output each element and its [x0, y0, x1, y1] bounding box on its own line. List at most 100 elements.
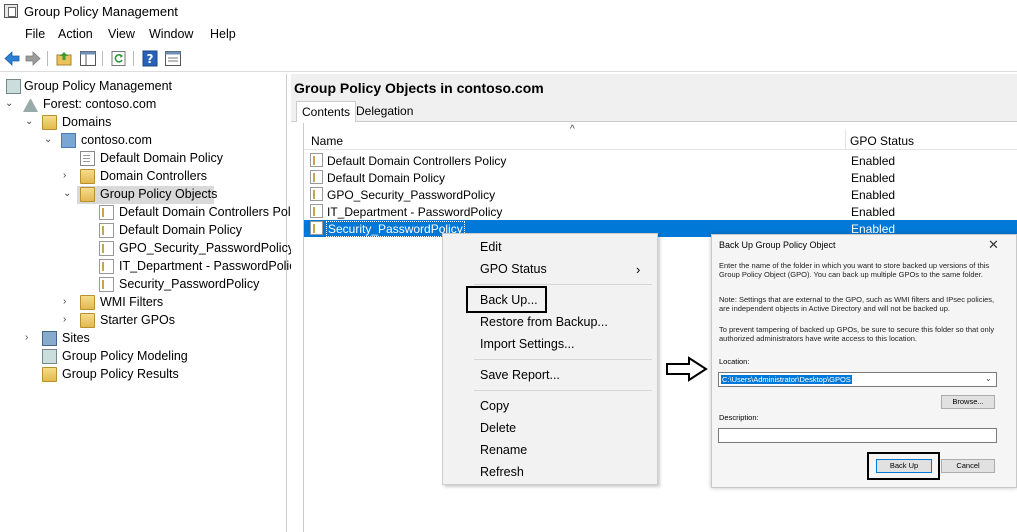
table-row[interactable]: Default Domain Policy Enabled	[304, 169, 1017, 186]
gpo-icon	[310, 204, 323, 218]
row-status: Enabled	[851, 154, 896, 168]
gpo-icon	[310, 170, 323, 184]
chevron-down-icon[interactable]: ⌄	[5, 98, 15, 110]
column-header-name[interactable]: Name	[311, 134, 343, 148]
tree-item-starter-gpos[interactable]: › Starter GPOs	[0, 312, 286, 330]
chevron-down-icon[interactable]: ⌄	[25, 116, 35, 128]
show-hide-tree-icon[interactable]	[79, 50, 97, 67]
table-row[interactable]: GPO_Security_PasswordPolicy Enabled	[304, 186, 1017, 203]
description-input[interactable]	[718, 428, 997, 443]
dialog-note: Note: Settings that are external to the …	[719, 295, 995, 313]
properties-icon[interactable]	[164, 50, 182, 67]
tree-label: Domains	[62, 115, 112, 129]
tree-item-gpo[interactable]: GPO_Security_PasswordPolicy	[0, 240, 294, 258]
tree-label: Group Policy Modeling	[62, 349, 188, 363]
console-tree: Group Policy Management ⌄ Forest: contos…	[0, 74, 302, 532]
tree-item-sites[interactable]: › Sites	[0, 330, 286, 348]
tree-item-domain[interactable]: ⌄ contoso.com	[0, 132, 286, 150]
chevron-right-icon[interactable]: ›	[63, 296, 73, 308]
toolbar-separator	[102, 51, 103, 66]
column-divider[interactable]	[845, 130, 846, 150]
tree-item-gpo[interactable]: IT_Department - PasswordPolicy	[0, 258, 302, 276]
highlight-box	[466, 286, 547, 313]
tree-label: Forest: contoso.com	[43, 97, 157, 111]
toolbar: ?	[0, 46, 1017, 72]
tree-item-default-domain-policy-link[interactable]: Default Domain Policy	[0, 150, 286, 168]
menu-action[interactable]: Action	[58, 27, 93, 41]
forward-arrow-icon[interactable]	[24, 50, 42, 67]
highlight-box	[867, 452, 940, 480]
menu-file[interactable]: File	[25, 27, 45, 41]
tree-label: contoso.com	[81, 133, 152, 147]
chevron-right-icon[interactable]: ›	[63, 170, 73, 182]
chevron-right-icon[interactable]: ›	[25, 332, 35, 344]
menu-item-refresh[interactable]: Refresh	[480, 465, 524, 479]
chevron-right-icon[interactable]: ›	[63, 314, 73, 326]
column-header-gpo-status[interactable]: GPO Status	[850, 134, 914, 148]
chevron-right-icon: ›	[636, 262, 641, 277]
tree-label: Default Domain Policy	[119, 223, 242, 237]
tree-label: Default Domain Policy	[100, 151, 223, 165]
cancel-button[interactable]: Cancel	[941, 459, 995, 473]
arrow-right-icon	[666, 356, 708, 382]
chevron-down-icon[interactable]: ⌄	[44, 134, 54, 146]
tree-item-domains[interactable]: ⌄ Domains	[0, 114, 286, 132]
svg-text:?: ?	[147, 52, 154, 66]
window-title: Group Policy Management	[24, 4, 178, 19]
menu-item-save-report[interactable]: Save Report...	[480, 368, 560, 382]
menu-item-edit[interactable]: Edit	[480, 240, 502, 254]
menu-item-gpo-status[interactable]: GPO Status	[480, 262, 547, 276]
gpo-icon	[310, 153, 323, 167]
tree-label: Group Policy Results	[62, 367, 179, 381]
row-name: Default Domain Controllers Policy	[327, 154, 507, 168]
location-value[interactable]: C:\Users\Administrator\Desktop\GPOS	[721, 375, 852, 384]
row-name: GPO_Security_PasswordPolicy	[327, 188, 496, 202]
table-row[interactable]: Default Domain Controllers Policy Enable…	[304, 152, 1017, 169]
tree-item-forest[interactable]: ⌄ Forest: contoso.com	[0, 96, 286, 114]
chevron-down-icon[interactable]: ⌄	[985, 374, 992, 383]
row-name: Default Domain Policy	[327, 171, 446, 185]
menu-window[interactable]: Window	[149, 27, 193, 41]
menu-help[interactable]: Help	[210, 27, 236, 41]
back-arrow-icon[interactable]	[3, 50, 21, 67]
menu-item-import-settings[interactable]: Import Settings...	[480, 337, 574, 351]
menu-item-copy[interactable]: Copy	[480, 399, 509, 413]
menu-bar: File Action View Window Help	[0, 24, 1017, 44]
tree-label: IT_Department - PasswordPolicy	[119, 259, 302, 273]
sort-ascending-icon: ^	[570, 124, 575, 135]
row-status: Enabled	[851, 171, 896, 185]
row-status: Enabled	[851, 205, 896, 219]
menu-view[interactable]: View	[108, 27, 135, 41]
dialog-security-note: To prevent tampering of backed up GPOs, …	[719, 325, 995, 343]
close-icon[interactable]: ✕	[988, 237, 999, 253]
tab-contents[interactable]: Contents	[296, 101, 357, 122]
browse-button[interactable]: Browse...	[941, 395, 995, 409]
tree-item-gpo[interactable]: Security_PasswordPolicy	[0, 276, 286, 294]
menu-item-restore-from-backup[interactable]: Restore from Backup...	[480, 315, 608, 329]
tree-label: Sites	[62, 331, 90, 345]
table-row[interactable]: IT_Department - PasswordPolicy Enabled	[304, 203, 1017, 220]
tree-item-modeling[interactable]: Group Policy Modeling	[0, 348, 286, 366]
refresh-icon[interactable]	[110, 50, 128, 67]
description-label: Description:	[719, 413, 759, 422]
gpo-icon	[310, 221, 323, 235]
tree-item-results[interactable]: Group Policy Results	[0, 366, 286, 384]
tree-item-wmi-filters[interactable]: › WMI Filters	[0, 294, 286, 312]
chevron-down-icon[interactable]: ⌄	[63, 188, 71, 199]
row-name: IT_Department - PasswordPolicy	[327, 205, 503, 219]
tree-label: WMI Filters	[100, 295, 164, 309]
tree-item-gpo[interactable]: Default Domain Controllers Pol	[0, 204, 291, 222]
help-icon[interactable]: ?	[141, 50, 159, 67]
tree-item-group-policy-objects[interactable]: Group Policy Objects	[77, 186, 218, 204]
toolbar-separator	[133, 51, 134, 66]
tree-item-domain-controllers[interactable]: › Domain Controllers	[0, 168, 286, 186]
tab-delegation[interactable]: Delegation	[351, 101, 418, 122]
tree-label: Starter GPOs	[100, 313, 176, 327]
tree-label: Default Domain Controllers Pol	[119, 205, 291, 219]
up-folder-icon[interactable]	[55, 50, 73, 67]
menu-item-rename[interactable]: Rename	[480, 443, 527, 457]
tree-item-gpo[interactable]: Default Domain Policy	[0, 222, 286, 240]
tree-label: Group Policy Objects	[100, 187, 218, 201]
menu-item-delete[interactable]: Delete	[480, 421, 516, 435]
tree-item-gpm[interactable]: Group Policy Management	[0, 78, 286, 96]
